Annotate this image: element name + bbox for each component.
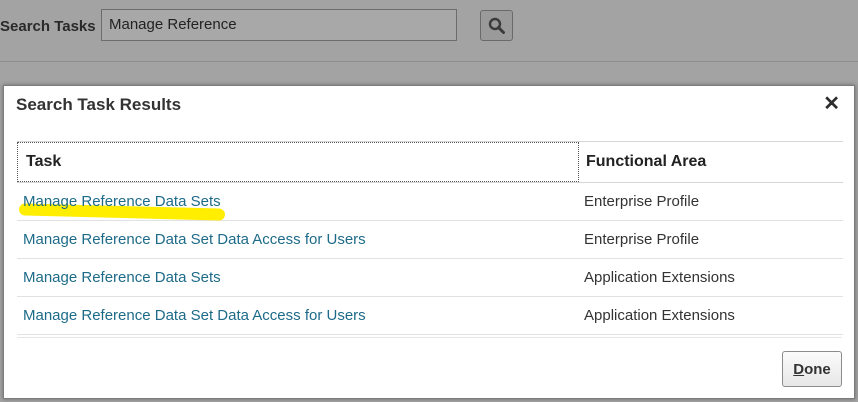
search-task-results-dialog: Search Task Results ✕ Task Functional Ar… bbox=[3, 85, 855, 399]
close-icon[interactable]: ✕ bbox=[823, 93, 840, 115]
task-link[interactable]: Manage Reference Data Sets bbox=[17, 193, 579, 221]
task-link[interactable]: Manage Reference Data Set Data Access fo… bbox=[17, 307, 579, 324]
table-row: Manage Reference Data Sets Application E… bbox=[17, 259, 843, 297]
functional-area-cell: Enterprise Profile bbox=[584, 193, 700, 210]
results-table: Task Functional Area Manage Reference Da… bbox=[17, 141, 843, 335]
search-icon bbox=[488, 17, 505, 34]
done-access-key: D bbox=[793, 360, 805, 378]
task-link[interactable]: Manage Reference Data Sets bbox=[17, 269, 579, 286]
table-row: Manage Reference Data Sets Enterprise Pr… bbox=[17, 183, 843, 221]
task-link[interactable]: Manage Reference Data Set Data Access fo… bbox=[17, 231, 579, 248]
done-button[interactable]: Done bbox=[782, 351, 842, 387]
table-row: Manage Reference Data Set Data Access fo… bbox=[17, 221, 843, 259]
search-input[interactable]: Manage Reference bbox=[101, 9, 457, 41]
background-divider bbox=[0, 61, 858, 62]
task-link-text[interactable]: Manage Reference Data Sets bbox=[23, 193, 221, 210]
functional-area-cell: Enterprise Profile bbox=[584, 231, 700, 248]
functional-area-cell: Application Extensions bbox=[584, 307, 735, 324]
column-header-task[interactable]: Task bbox=[17, 142, 579, 182]
table-header: Task Functional Area bbox=[17, 142, 843, 183]
dialog-title: Search Task Results bbox=[16, 95, 182, 114]
functional-area-cell: Application Extensions bbox=[584, 269, 735, 286]
footer-divider bbox=[17, 337, 842, 338]
column-header-functional-area[interactable]: Functional Area bbox=[579, 142, 843, 182]
table-row: Manage Reference Data Set Data Access fo… bbox=[17, 297, 843, 335]
search-button[interactable] bbox=[480, 10, 513, 41]
search-tasks-label: Search Tasks bbox=[0, 18, 96, 35]
done-label-rest: one bbox=[804, 360, 831, 378]
